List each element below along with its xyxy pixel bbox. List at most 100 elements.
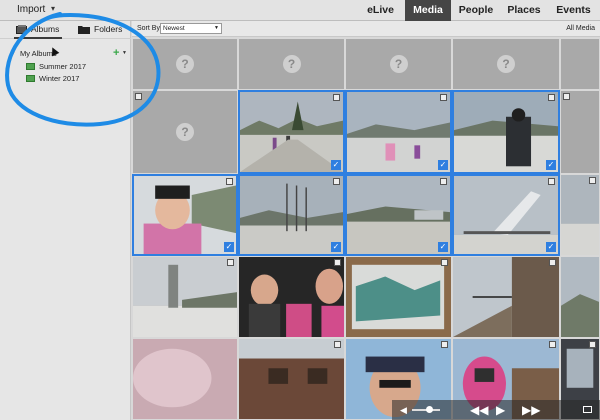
media-thumb[interactable]: ✓ bbox=[345, 90, 452, 174]
nav-tab-events[interactable]: Events bbox=[547, 0, 600, 21]
video-icon bbox=[548, 178, 555, 185]
checkmark-icon[interactable]: ✓ bbox=[224, 242, 234, 252]
photo-family-selfie bbox=[239, 257, 344, 337]
album-icon bbox=[26, 63, 35, 70]
tab-folders-label: Folders bbox=[94, 24, 123, 34]
expand-triangle-icon[interactable]: ▼ bbox=[10, 51, 16, 57]
media-thumb[interactable] bbox=[132, 256, 238, 338]
plus-icon[interactable]: + bbox=[113, 47, 119, 59]
media-thumb[interactable]: ? bbox=[132, 90, 238, 174]
photo-ski-jump bbox=[454, 176, 558, 254]
album-item-summer-2017[interactable]: Summer 2017 bbox=[26, 62, 86, 71]
video-icon bbox=[226, 178, 233, 185]
media-thumb[interactable]: ✓ bbox=[238, 174, 345, 256]
video-icon bbox=[227, 259, 234, 266]
import-button[interactable]: Import bbox=[17, 4, 45, 15]
checkmark-icon[interactable]: ✓ bbox=[438, 160, 448, 170]
media-thumb[interactable] bbox=[238, 256, 345, 338]
media-thumb[interactable] bbox=[132, 338, 238, 420]
photo-blurry-pink bbox=[133, 339, 237, 419]
photo-snow-field bbox=[561, 175, 599, 255]
album-label: Summer 2017 bbox=[39, 62, 87, 71]
video-icon bbox=[548, 94, 555, 101]
checkmark-icon[interactable]: ✓ bbox=[331, 242, 341, 252]
photo-map-sign bbox=[346, 257, 451, 337]
checkmark-icon[interactable]: ✓ bbox=[331, 160, 341, 170]
chevron-down-icon[interactable]: ▾ bbox=[51, 4, 55, 13]
play-icon[interactable]: ▶ bbox=[496, 403, 505, 417]
video-icon bbox=[334, 341, 341, 348]
question-mark-icon: ? bbox=[282, 55, 301, 73]
media-thumb[interactable]: ✓ bbox=[452, 90, 560, 174]
main-nav: eLive Media People Places Events bbox=[356, 0, 600, 21]
media-thumb[interactable]: ✓ bbox=[238, 90, 345, 174]
sort-dropdown[interactable]: Newest ▼ bbox=[160, 23, 222, 34]
video-icon bbox=[333, 94, 340, 101]
nav-tab-media[interactable]: Media bbox=[405, 0, 451, 21]
checkmark-icon[interactable]: ✓ bbox=[546, 160, 556, 170]
nav-tab-elive[interactable]: eLive bbox=[356, 0, 405, 21]
all-media-label[interactable]: All Media bbox=[566, 25, 595, 32]
rewind-icon[interactable]: ◀◀ bbox=[470, 403, 488, 417]
sort-value: Newest bbox=[163, 25, 185, 32]
active-tab-indicator bbox=[14, 37, 62, 39]
question-mark-icon: ? bbox=[176, 123, 194, 141]
video-icon bbox=[135, 93, 142, 100]
media-thumb[interactable]: ? bbox=[132, 38, 238, 90]
sidebar-tabs: Albums Folders bbox=[0, 21, 131, 39]
nav-tab-people[interactable]: People bbox=[451, 0, 501, 21]
media-thumb[interactable]: ✓ bbox=[345, 174, 452, 256]
sort-label: Sort By: bbox=[137, 25, 162, 32]
video-icon bbox=[549, 341, 556, 348]
video-icon bbox=[589, 341, 596, 348]
media-thumb[interactable] bbox=[452, 256, 560, 338]
top-bar: Import ▾ eLive Media People Places Event… bbox=[0, 0, 600, 21]
photo-tower-snow bbox=[133, 257, 237, 337]
album-item-winter-2017[interactable]: Winter 2017 bbox=[26, 74, 79, 83]
photo-winter-path bbox=[240, 92, 343, 172]
media-thumb[interactable] bbox=[560, 38, 600, 90]
media-thumb[interactable] bbox=[560, 174, 600, 256]
photo-flagpoles bbox=[240, 176, 343, 254]
video-icon bbox=[334, 259, 341, 266]
video-icon bbox=[549, 259, 556, 266]
photo-lodge bbox=[239, 339, 344, 419]
nav-tab-places[interactable]: Places bbox=[501, 0, 547, 21]
media-toolbar: Sort By: Newest ▼ All Media bbox=[132, 21, 600, 37]
video-icon bbox=[440, 94, 447, 101]
question-mark-icon: ? bbox=[176, 55, 194, 73]
photo-stack-icon bbox=[16, 24, 27, 34]
tab-albums-label: Albums bbox=[31, 24, 60, 34]
volume-icon[interactable]: ◀ bbox=[400, 405, 407, 416]
photo-parking-lot bbox=[347, 176, 450, 254]
media-thumb[interactable] bbox=[560, 90, 600, 174]
video-icon bbox=[563, 93, 570, 100]
media-thumb[interactable]: ✓ bbox=[132, 174, 238, 256]
video-icon bbox=[589, 177, 596, 184]
media-thumb[interactable]: ✓ bbox=[452, 174, 560, 256]
photo-girl-smiling bbox=[134, 176, 236, 254]
tab-albums[interactable]: Albums bbox=[16, 24, 59, 34]
fast-forward-icon[interactable]: ▶▶ bbox=[522, 403, 540, 417]
media-thumb[interactable]: ? bbox=[452, 38, 560, 90]
question-mark-icon: ? bbox=[497, 55, 515, 73]
media-grid: ? ? ? ? ? ✓ ✓ ✓ ✓ ✓ ✓ ✓ bbox=[132, 38, 600, 420]
video-icon bbox=[440, 178, 447, 185]
checkmark-icon[interactable]: ✓ bbox=[438, 242, 448, 252]
photo-boardwalk bbox=[453, 257, 559, 337]
checkmark-icon[interactable]: ✓ bbox=[546, 242, 556, 252]
tab-folders[interactable]: Folders bbox=[78, 24, 122, 34]
folder-icon bbox=[78, 25, 90, 34]
album-icon bbox=[26, 75, 35, 82]
add-menu-chevron-icon[interactable]: ▼ bbox=[122, 50, 127, 56]
media-thumb[interactable] bbox=[238, 338, 345, 420]
display-icon[interactable] bbox=[583, 406, 592, 413]
media-thumb[interactable] bbox=[560, 256, 600, 338]
volume-slider-handle[interactable] bbox=[426, 406, 433, 413]
media-thumb[interactable]: ? bbox=[238, 38, 345, 90]
album-label: Winter 2017 bbox=[39, 74, 80, 83]
media-thumb[interactable] bbox=[345, 256, 452, 338]
media-thumb[interactable]: ? bbox=[345, 38, 452, 90]
question-mark-icon: ? bbox=[389, 55, 408, 73]
chevron-down-icon: ▼ bbox=[214, 25, 219, 31]
